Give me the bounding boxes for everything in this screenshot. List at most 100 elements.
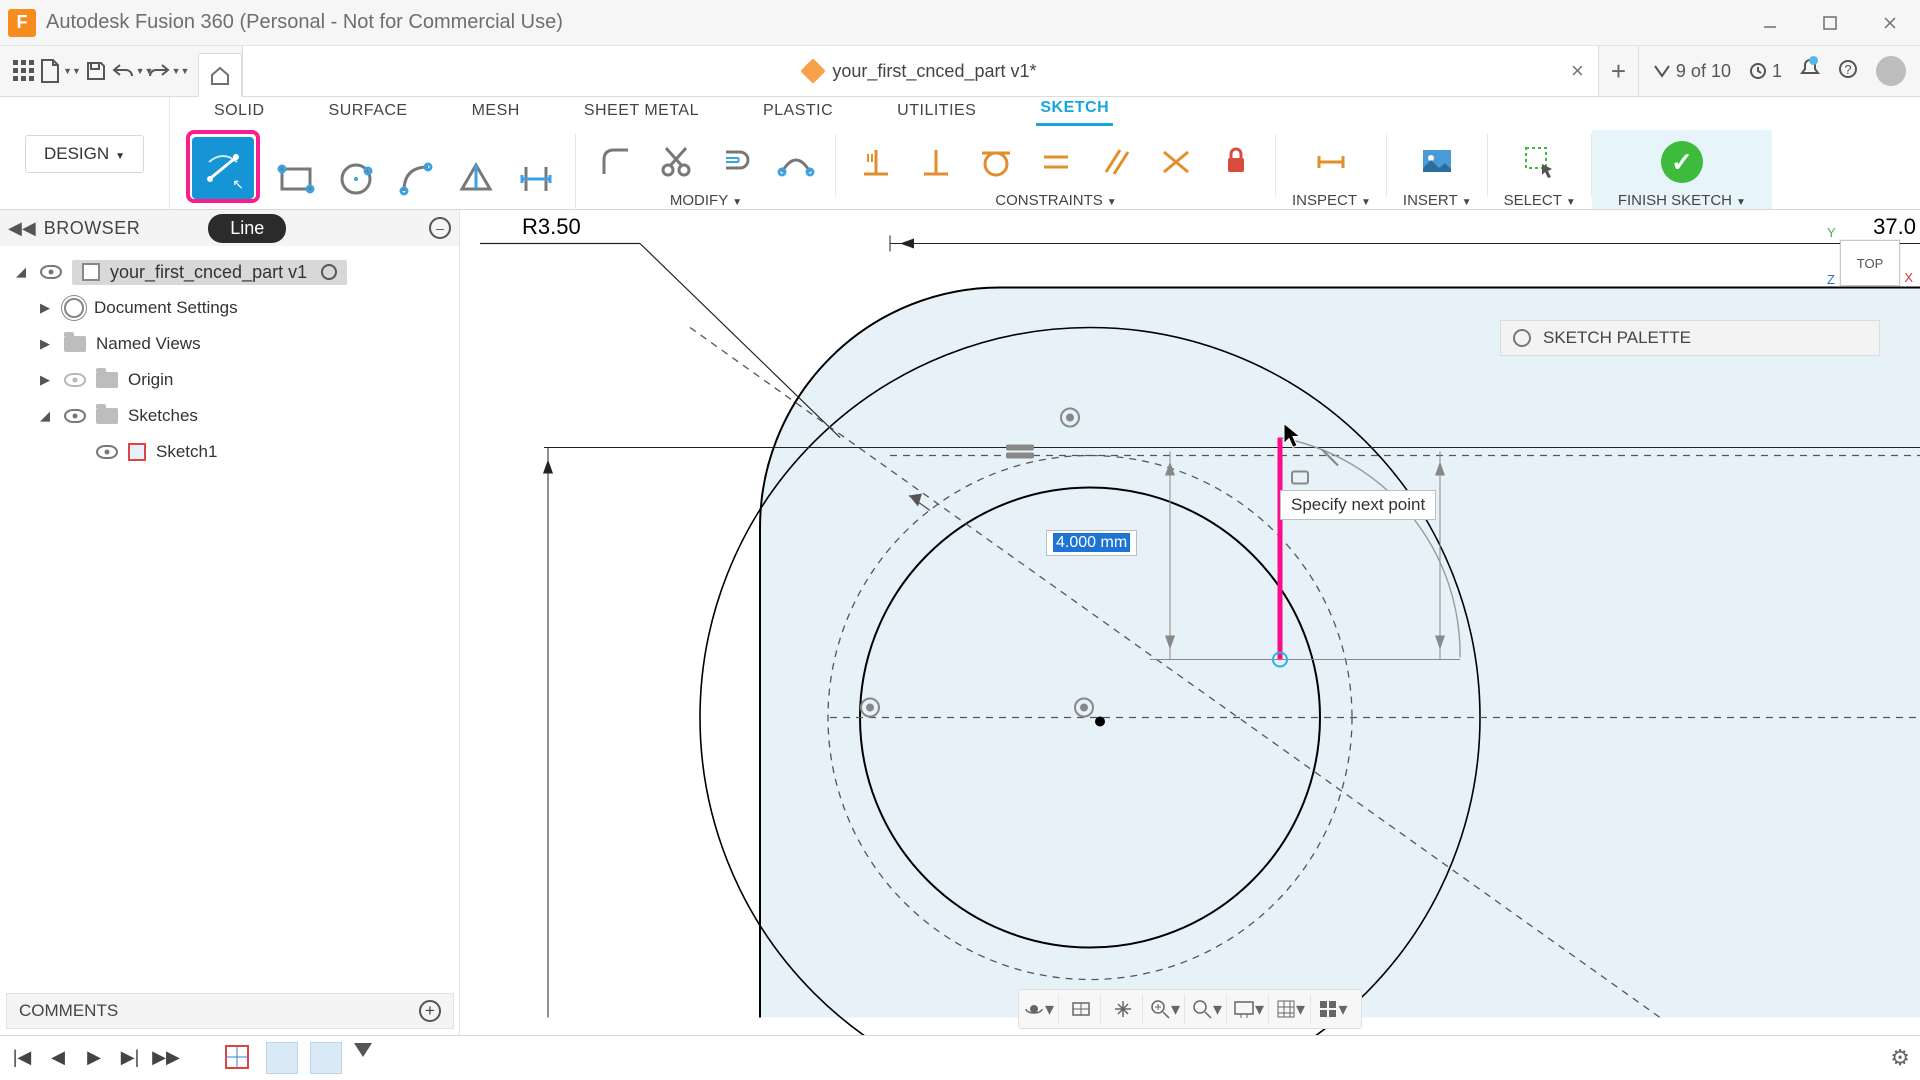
line-tool[interactable]: ↖ [192,137,254,199]
timeline-start-button[interactable]: |◀ [10,1046,34,1070]
finish-sketch-button[interactable]: ✓ [1658,138,1706,186]
expand-icon[interactable]: ▶ [36,336,54,352]
job-status[interactable]: 1 [1749,61,1782,82]
look-at-button[interactable] [1069,994,1101,1024]
tree-item-sketch1[interactable]: Sketch1 [156,442,217,462]
timeline-settings-button[interactable]: ⚙ [1890,1045,1910,1071]
tree-root-component[interactable]: your_first_cnced_part v1 [72,260,347,285]
comments-bar[interactable]: COMMENTS + [6,993,454,1029]
tree-item-document-settings[interactable]: Document Settings [94,298,238,318]
parallel-constraint[interactable] [1092,138,1140,186]
expand-icon[interactable]: ◢ [12,264,30,280]
browser-collapse-button[interactable]: ◀◀ [8,218,36,239]
sketch-palette-header[interactable]: SKETCH PALETTE [1500,320,1880,356]
extensions-status[interactable]: 9 of 10 [1653,61,1731,82]
maximize-button[interactable] [1800,0,1860,46]
ribbon-label-modify[interactable]: MODIFY [670,192,742,209]
coincident-constraint[interactable] [1152,138,1200,186]
redo-button[interactable]: ▼ [152,53,184,89]
dimension-edit-input[interactable]: 4.000 mm [1046,530,1137,556]
document-tab[interactable]: your_first_cnced_part v1* × [242,46,1599,96]
save-button[interactable] [80,53,112,89]
user-avatar[interactable] [1876,56,1906,86]
tab-mesh[interactable]: MESH [468,100,524,126]
display-settings-button[interactable]: ▾ [1237,994,1269,1024]
extend-tool[interactable] [772,138,820,186]
ribbon-label-constraints[interactable]: CONSTRAINTS [995,192,1116,209]
rectangle-tool[interactable] [272,155,320,203]
timeline-marker[interactable] [354,1043,372,1057]
perpendicular-constraint[interactable] [912,138,960,186]
visibility-toggle[interactable] [40,265,62,279]
timeline-end-button[interactable]: ▶▶ [154,1046,178,1070]
folder-icon [96,372,118,388]
arc-tool[interactable] [392,155,440,203]
ribbon-label-select[interactable]: SELECT [1504,192,1576,209]
horizontal-vertical-constraint[interactable] [852,138,900,186]
sketch-icon [128,443,146,461]
tree-item-origin[interactable]: Origin [128,370,173,390]
viewport-layout-button[interactable]: ▾ [1321,994,1353,1024]
expand-icon[interactable]: ▶ [36,300,54,316]
pan-button[interactable] [1111,994,1143,1024]
expand-icon[interactable]: ▶ [36,372,54,388]
fit-button[interactable]: ▾ [1195,994,1227,1024]
radius-dimension-label[interactable]: R3.50 [522,214,581,240]
tab-plastic[interactable]: PLASTIC [759,100,837,126]
notifications-button[interactable] [1800,58,1820,85]
zoom-button[interactable]: ▾ [1153,994,1185,1024]
equal-constraint[interactable] [1032,138,1080,186]
browser-pin-button[interactable]: – [429,217,451,239]
ribbon-group-insert: INSERT [1387,130,1488,209]
new-tab-button[interactable]: + [1599,46,1639,96]
ribbon-label-insert[interactable]: INSERT [1403,192,1472,209]
polygon-tool[interactable] [452,155,500,203]
timeline-feature[interactable] [266,1042,298,1074]
timeline-next-button[interactable]: ▶| [118,1046,142,1070]
fix-constraint[interactable] [1212,138,1260,186]
tab-surface[interactable]: SURFACE [325,100,412,126]
tab-sketch[interactable]: SKETCH [1036,97,1113,126]
undo-button[interactable]: ▼ [116,53,148,89]
tangent-constraint[interactable] [972,138,1020,186]
activate-radio-icon[interactable] [321,264,337,280]
visibility-toggle[interactable] [64,409,86,423]
file-menu-button[interactable]: ▼ [44,53,76,89]
visibility-toggle[interactable] [96,445,118,459]
fillet-tool[interactable] [592,138,640,186]
grid-settings-button[interactable]: ▾ [1279,994,1311,1024]
ribbon-group-finish: ✓ FINISH SKETCH [1592,130,1772,209]
tab-solid[interactable]: SOLID [210,100,269,126]
sketch-canvas[interactable]: R3.50 37.0 TOPZ SKETCH PALETTE 4.000 mm … [460,210,1920,1035]
insert-image-tool[interactable] [1413,138,1461,186]
visibility-toggle[interactable] [64,373,86,387]
tree-item-sketches[interactable]: Sketches [128,406,198,426]
tab-sheet-metal[interactable]: SHEET METAL [580,100,703,126]
timeline-prev-button[interactable]: ◀ [46,1046,70,1070]
tree-item-named-views[interactable]: Named Views [96,334,201,354]
measure-tool[interactable] [1307,138,1355,186]
expand-icon[interactable]: ◢ [36,408,54,424]
ribbon-label-finish[interactable]: FINISH SKETCH [1618,192,1746,209]
orbit-button[interactable]: ▾ [1027,994,1059,1024]
circle-tool[interactable] [332,155,380,203]
data-panel-button[interactable] [8,53,40,89]
close-button[interactable] [1860,0,1920,46]
close-document-button[interactable]: × [1571,58,1584,84]
offset-tool[interactable] [712,138,760,186]
timeline-feature[interactable] [310,1042,342,1074]
view-cube[interactable]: TOPZ [1840,240,1900,286]
minimize-button[interactable] [1740,0,1800,46]
slot-tool[interactable] [512,155,560,203]
timeline-play-button[interactable]: ▶ [82,1046,106,1070]
select-tool[interactable] [1516,138,1564,186]
tab-utilities[interactable]: UTILITIES [893,100,980,126]
workspace-switcher[interactable]: DESIGN [0,97,170,210]
add-comment-button[interactable]: + [419,1000,441,1022]
help-button[interactable]: ? [1838,59,1858,84]
linear-dimension-label[interactable]: 37.0 [1873,214,1916,240]
trim-tool[interactable] [652,138,700,186]
ribbon-label-inspect[interactable]: INSPECT [1292,192,1371,209]
timeline-feature-sketch[interactable] [222,1042,254,1074]
home-tab[interactable] [198,53,242,97]
